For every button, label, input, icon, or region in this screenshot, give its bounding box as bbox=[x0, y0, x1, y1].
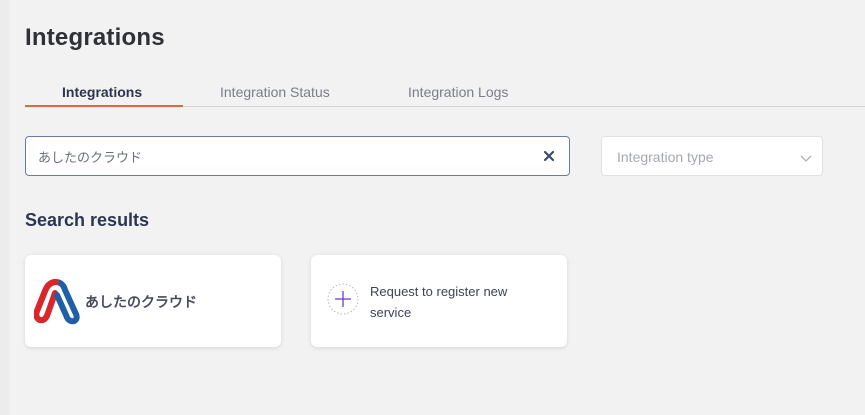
close-icon[interactable] bbox=[541, 148, 557, 164]
integration-card-ashita-cloud[interactable]: あしたのクラウド bbox=[25, 255, 281, 347]
request-new-service-label: Request to register new service bbox=[370, 284, 508, 320]
search-results-title: Search results bbox=[25, 210, 150, 230]
page-title: Integrations bbox=[25, 24, 165, 51]
chevron-down-icon bbox=[800, 151, 812, 163]
ashita-cloud-logo bbox=[33, 277, 82, 325]
tab-integrations[interactable]: Integrations bbox=[62, 84, 142, 100]
search-box bbox=[25, 136, 570, 176]
active-tab-indicator bbox=[25, 105, 183, 107]
integration-type-placeholder: Integration type bbox=[617, 149, 714, 165]
tab-bar: Integrations Integration Status Integrat… bbox=[25, 78, 865, 107]
page-left-edge bbox=[0, 0, 10, 415]
plus-icon bbox=[327, 283, 359, 315]
search-input[interactable] bbox=[38, 137, 528, 175]
request-new-service-card[interactable]: Request to register new service bbox=[311, 255, 567, 347]
tab-integration-logs[interactable]: Integration Logs bbox=[408, 84, 508, 100]
tab-integration-status[interactable]: Integration Status bbox=[220, 84, 330, 100]
integration-type-select[interactable]: Integration type bbox=[601, 136, 823, 176]
integration-name: あしたのクラウド bbox=[85, 295, 197, 311]
